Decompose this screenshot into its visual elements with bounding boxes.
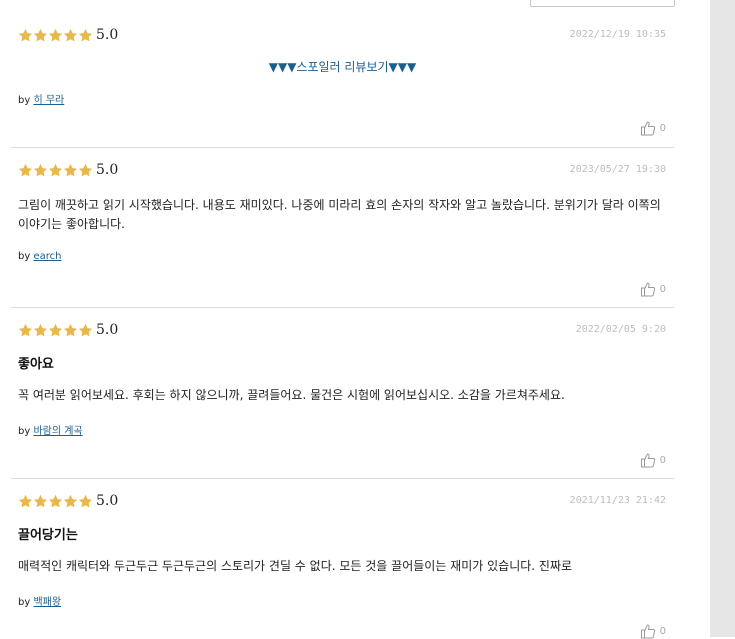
star-icon	[63, 28, 78, 43]
by-label: by	[18, 251, 31, 262]
star-icon	[18, 494, 33, 509]
thumbs-up-icon	[640, 453, 655, 468]
review-list: 5.0 2022/12/19 10:35 ▼▼▼스포일러 리뷰보기▼▼▼ by …	[11, 0, 674, 639]
author-link[interactable]: 히 무라	[33, 95, 64, 106]
rating-score: 5.0	[96, 493, 119, 509]
star-icon	[78, 323, 93, 338]
review-byline: by 백패왕	[18, 593, 61, 608]
star-icon	[33, 163, 48, 178]
author-link[interactable]: 바람의 계곡	[33, 426, 82, 437]
review-body: 꼭 여러분 읽어보세요. 후회는 하지 않으니까, 끌려들어요. 물건은 시험에…	[18, 388, 565, 402]
star-icon	[33, 494, 48, 509]
star-icon	[78, 28, 93, 43]
like-count: 0	[659, 122, 666, 134]
rating-score: 5.0	[96, 27, 119, 43]
star-icon	[63, 494, 78, 509]
star-icon	[78, 163, 93, 178]
review-byline: by 히 무라	[18, 91, 64, 106]
review-item: 5.0 2022/02/05 9:20 좋아요 꼭 여러분 읽어보세요. 후회는…	[11, 308, 674, 479]
star-icon	[18, 163, 33, 178]
star-rating	[18, 494, 93, 509]
review-date: 2022/12/19 10:35	[569, 29, 666, 40]
star-rating	[18, 163, 93, 178]
review-item: 5.0 2023/05/27 19:30 그림이 깨끗하고 읽기 시작했습니다.…	[11, 148, 674, 308]
star-rating	[18, 323, 93, 338]
by-label: by	[18, 597, 31, 608]
like-button[interactable]: 0	[640, 120, 666, 136]
review-date: 2022/02/05 9:20	[575, 324, 666, 335]
star-icon	[48, 494, 63, 509]
thumbs-up-icon	[640, 282, 655, 297]
rating-score: 5.0	[96, 322, 119, 338]
star-icon	[48, 163, 63, 178]
like-button[interactable]: 0	[640, 281, 666, 297]
spoiler-toggle[interactable]: ▼▼▼스포일러 리뷰보기▼▼▼	[11, 58, 674, 75]
rating-row: 5.0	[18, 322, 118, 338]
by-label: by	[18, 426, 31, 437]
star-icon	[33, 323, 48, 338]
star-icon	[63, 323, 78, 338]
review-body: 매력적인 캐릭터와 두근두근 두근두근의 스토리가 견딜 수 없다. 모든 것을…	[18, 559, 573, 573]
star-rating	[18, 28, 93, 43]
review-byline: by 바람의 계곡	[18, 422, 83, 437]
rating-row: 5.0	[18, 27, 118, 43]
star-icon	[78, 494, 93, 509]
review-date: 2021/11/23 21:42	[569, 495, 666, 506]
rating-row: 5.0	[18, 162, 118, 178]
like-count: 0	[659, 625, 666, 637]
review-item: 5.0 2021/11/23 21:42 끌어당기는 매력적인 캐릭터와 두근두…	[11, 479, 674, 639]
by-label: by	[18, 95, 31, 106]
author-link[interactable]: earch	[33, 251, 61, 262]
like-count: 0	[659, 454, 666, 466]
review-byline: by earch	[18, 251, 61, 262]
star-icon	[48, 323, 63, 338]
review-body: 그림이 깨끗하고 읽기 시작했습니다. 내용도 재미있다. 나중에 미라리 효의…	[18, 198, 661, 231]
star-icon	[63, 163, 78, 178]
star-icon	[33, 28, 48, 43]
like-count: 0	[659, 283, 666, 295]
review-item: 5.0 2022/12/19 10:35 ▼▼▼스포일러 리뷰보기▼▼▼ by …	[11, 0, 674, 148]
review-title: 끌어당기는	[18, 528, 78, 543]
rating-row: 5.0	[18, 493, 118, 509]
review-date: 2023/05/27 19:30	[569, 164, 666, 175]
like-button[interactable]: 0	[640, 452, 666, 468]
star-icon	[18, 28, 33, 43]
star-icon	[18, 323, 33, 338]
star-icon	[48, 28, 63, 43]
rating-score: 5.0	[96, 162, 119, 178]
review-title: 좋아요	[18, 357, 54, 372]
thumbs-up-icon	[640, 121, 655, 136]
page-gutter	[710, 0, 735, 637]
author-link[interactable]: 백패왕	[33, 597, 61, 608]
